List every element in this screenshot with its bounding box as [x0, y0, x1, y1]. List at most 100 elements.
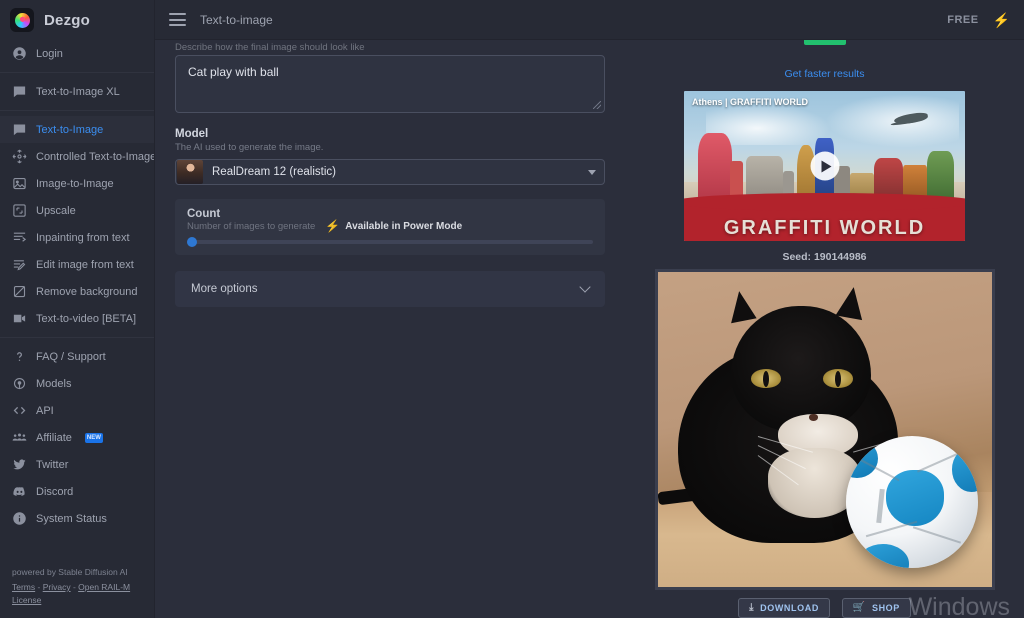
advertisement-video[interactable]: Athens | GRAFFITI WORLD GRAFFITI WORLD	[684, 91, 965, 241]
sidebar-item-label: Discord	[36, 485, 74, 498]
download-button[interactable]: ⤓ DOWNLOAD	[738, 598, 830, 618]
topbar: Text-to-image FREE ⚡	[155, 0, 1024, 40]
play-button-icon[interactable]	[810, 151, 839, 181]
question-mark-icon	[12, 349, 27, 364]
sidebar-item-text-to-video[interactable]: Text-to-video [BETA]	[0, 305, 154, 332]
progress-bar-fill	[803, 40, 846, 45]
sidebar-item-controlled-text-to-image[interactable]: Controlled Text-to-Image	[0, 143, 154, 170]
sidebar-item-twitter[interactable]: Twitter	[0, 451, 154, 478]
sidebar-item-discord[interactable]: Discord	[0, 478, 154, 505]
shop-button[interactable]: 🛒 SHOP	[841, 598, 911, 618]
prompt-input[interactable]: Cat play with ball	[175, 55, 605, 113]
topbar-right: FREE ⚡	[947, 13, 1010, 27]
dezgo-orb-logo-icon	[10, 8, 34, 32]
sidebar-footer: powered by Stable Diffusion AI Terms - P…	[0, 559, 154, 618]
sidebar-divider	[0, 337, 154, 338]
sidebar-item-login[interactable]: Login	[0, 40, 154, 67]
no-background-icon	[12, 284, 27, 299]
sidebar-item-label: Inpainting from text	[36, 231, 130, 244]
count-description: Number of images to generate	[187, 220, 316, 232]
image-icon	[12, 176, 27, 191]
sidebar-item-label: Login	[36, 47, 63, 60]
plan-badge: FREE	[947, 13, 979, 26]
count-field: Count Number of images to generate ⚡ Ava…	[175, 199, 605, 255]
page-title: Text-to-image	[200, 12, 273, 27]
brand-name: Dezgo	[44, 11, 90, 29]
chevron-down-icon	[579, 281, 591, 293]
inpaint-lines-icon	[12, 230, 27, 245]
sidebar-divider	[0, 72, 154, 73]
brand[interactable]: Dezgo	[0, 0, 154, 40]
generation-form: Describe how the final image should look…	[155, 40, 625, 618]
sidebar-item-inpainting-from-text[interactable]: Inpainting from text	[0, 224, 154, 251]
more-options-toggle[interactable]: More options	[175, 271, 605, 307]
count-label: Count	[187, 208, 221, 220]
chat-bubble-icon	[12, 84, 27, 99]
ad-title: Athens | GRAFFITI WORLD	[692, 97, 809, 108]
sidebar-item-label: FAQ / Support	[36, 350, 106, 363]
shopping-cart-icon: 🛒	[852, 602, 866, 613]
terms-link[interactable]: Terms	[12, 582, 35, 592]
get-faster-results-link[interactable]: Get faster results	[785, 68, 865, 80]
sidebar-item-remove-background[interactable]: Remove background	[0, 278, 154, 305]
affiliate-new-badge: NEW	[84, 432, 103, 443]
model-select[interactable]: RealDream 12 (realistic)	[175, 159, 605, 185]
textarea-resize-handle[interactable]	[593, 101, 601, 109]
footer-sep: -	[70, 581, 79, 592]
sidebar-item-models[interactable]: Models	[0, 370, 154, 397]
power-mode-label: Available in Power Mode	[345, 220, 463, 232]
sidebar-item-label: System Status	[36, 512, 107, 525]
power-mode-note: ⚡ Available in Power Mode	[325, 220, 462, 232]
expand-arrows-icon	[12, 203, 27, 218]
chat-bubble-icon	[12, 122, 27, 137]
cat-ear-right	[835, 285, 868, 321]
generated-image[interactable]	[654, 268, 995, 590]
count-slider[interactable]	[187, 237, 593, 247]
model-selected-value: RealDream 12 (realistic)	[212, 166, 336, 178]
sidebar-item-image-to-image[interactable]: Image-to-Image	[0, 170, 154, 197]
count-row: Number of images to generate ⚡ Available…	[187, 220, 593, 232]
lightning-bolt-icon: ⚡	[325, 219, 341, 233]
hamburger-menu-icon[interactable]	[169, 13, 186, 26]
sidebar-item-label: Upscale	[36, 204, 76, 217]
sidebar-item-label: Models	[36, 377, 72, 390]
powered-by-text: powered by Stable Diffusion AI	[12, 566, 128, 577]
content: Describe how the final image should look…	[155, 40, 1024, 618]
twitter-bird-icon	[12, 457, 27, 472]
seed-label: Seed: 190144986	[782, 250, 867, 263]
prompt-hint: Describe how the final image should look…	[175, 42, 365, 52]
download-button-label: DOWNLOAD	[760, 603, 819, 613]
model-label: Model	[175, 128, 209, 140]
sidebar-item-label: Image-to-Image	[36, 177, 114, 190]
main-area: Text-to-image FREE ⚡ Describe how the fi…	[155, 0, 1024, 618]
image-actions: ⤓ DOWNLOAD 🛒 SHOP	[738, 598, 911, 618]
sidebar-item-edit-image-from-text[interactable]: Edit image from text	[0, 251, 154, 278]
shop-button-label: SHOP	[871, 603, 900, 613]
privacy-link[interactable]: Privacy	[43, 582, 71, 592]
lightning-bolt-icon[interactable]: ⚡	[993, 13, 1010, 27]
watermark-line1: Windows	[908, 593, 1010, 618]
sidebar-item-system-status[interactable]: System Status	[0, 505, 154, 532]
footer-sep: -	[35, 581, 43, 592]
sidebar-item-text-to-image[interactable]: Text-to-Image	[0, 116, 154, 143]
discord-icon	[12, 484, 27, 499]
footer-links: Terms - Privacy - Open RAIL-M License	[12, 581, 142, 608]
result-panel: Get faster results Athens | GRAFFITI WOR…	[625, 40, 1024, 618]
sidebar-item-faq-support[interactable]: FAQ / Support	[0, 343, 154, 370]
sidebar-item-label: API	[36, 404, 54, 417]
prompt-value: Cat play with ball	[188, 65, 279, 79]
sidebar-item-upscale[interactable]: Upscale	[0, 197, 154, 224]
sidebar-item-text-to-image-xl[interactable]: Text-to-Image XL	[0, 78, 154, 105]
code-brackets-icon	[12, 403, 27, 418]
cat-nose	[809, 413, 819, 421]
count-slider-thumb[interactable]	[187, 237, 197, 247]
sidebar-item-affiliate[interactable]: Affiliate NEW	[0, 424, 154, 451]
sidebar-item-label: Controlled Text-to-Image	[36, 150, 154, 163]
generation-progress	[625, 40, 1024, 49]
sidebar-item-api[interactable]: API	[0, 397, 154, 424]
cat-ear-left	[725, 288, 757, 323]
models-node-icon	[12, 376, 27, 391]
image-background	[657, 271, 992, 587]
windows-activation-watermark: Windows	[909, 593, 1010, 618]
sidebar-item-label: Text-to-Image	[36, 123, 104, 136]
